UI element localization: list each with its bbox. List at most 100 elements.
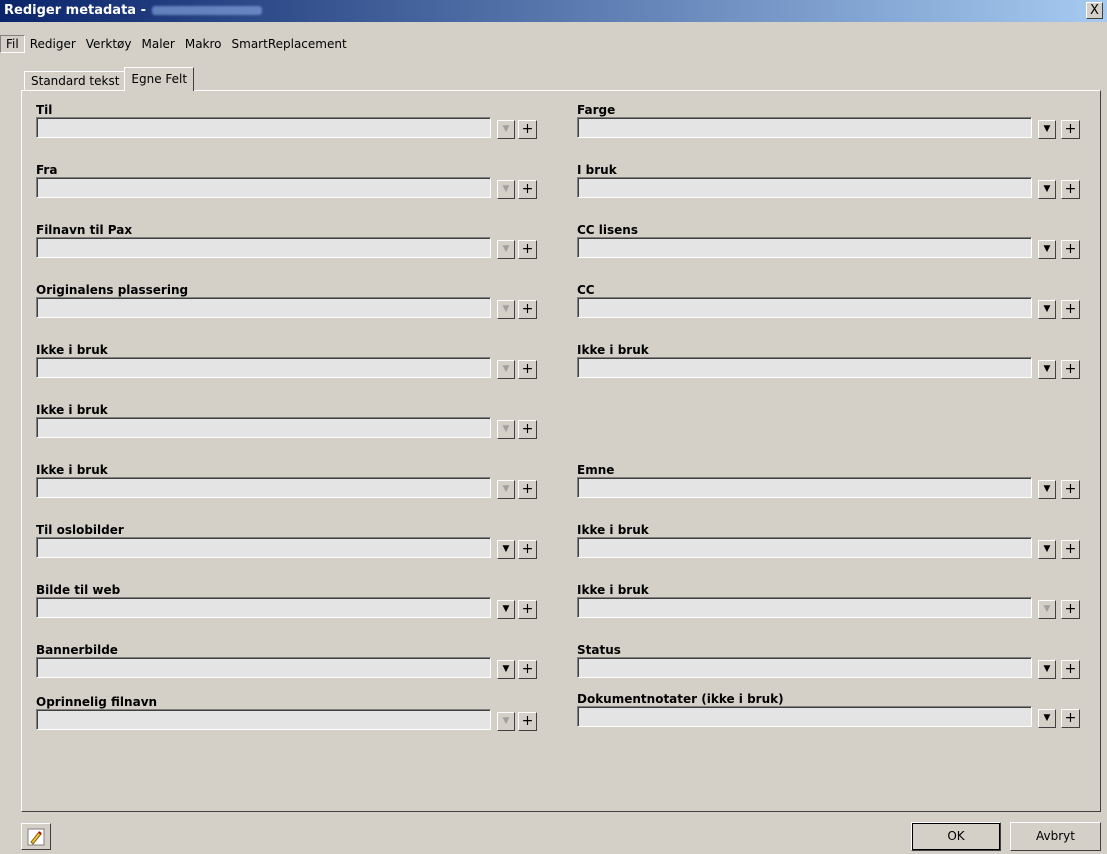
field-input[interactable] xyxy=(36,357,491,378)
pencil-edit-icon xyxy=(27,828,45,845)
field-label: Ikke i bruk xyxy=(577,343,649,357)
add-value-button[interactable]: + xyxy=(1061,480,1080,499)
add-value-button[interactable]: + xyxy=(518,300,537,319)
field-input[interactable] xyxy=(577,297,1032,318)
dropdown-arrow-icon[interactable]: ▼ xyxy=(497,120,515,139)
dropdown-arrow-icon[interactable]: ▼ xyxy=(497,360,515,379)
dropdown-arrow-icon[interactable]: ▼ xyxy=(1038,360,1056,379)
menu-bar: Fil Rediger Verktøy Maler Makro SmartRep… xyxy=(0,35,352,55)
field-label: Ikke i bruk xyxy=(36,343,108,357)
dropdown-arrow-icon[interactable]: ▼ xyxy=(497,600,515,619)
field-input[interactable] xyxy=(577,117,1032,138)
field-label: CC lisens xyxy=(577,223,638,237)
add-value-button[interactable]: + xyxy=(1061,709,1080,728)
title-bar: Rediger metadata - X xyxy=(0,0,1107,22)
add-value-button[interactable]: + xyxy=(518,360,537,379)
add-value-button[interactable]: + xyxy=(518,480,537,499)
add-value-button[interactable]: + xyxy=(518,120,537,139)
add-value-button[interactable]: + xyxy=(518,660,537,679)
field-label: Bilde til web xyxy=(36,583,121,597)
field-input[interactable] xyxy=(36,177,491,198)
dropdown-arrow-icon[interactable]: ▼ xyxy=(497,540,515,559)
window-title: Rediger metadata - xyxy=(4,3,262,18)
dropdown-arrow-icon[interactable]: ▼ xyxy=(1038,120,1056,139)
field-input[interactable] xyxy=(577,237,1032,258)
field-input[interactable] xyxy=(36,117,491,138)
dropdown-arrow-icon[interactable]: ▼ xyxy=(1038,300,1056,319)
add-value-button[interactable]: + xyxy=(1061,600,1080,619)
add-value-button[interactable]: + xyxy=(518,180,537,199)
cancel-button[interactable]: Avbryt xyxy=(1010,822,1101,851)
dropdown-arrow-icon[interactable]: ▼ xyxy=(497,300,515,319)
blurred-filename xyxy=(151,6,262,15)
field-input[interactable] xyxy=(36,657,491,678)
tab-egne-felt[interactable]: Egne Felt xyxy=(124,67,195,91)
field-label: Ikke i bruk xyxy=(36,403,108,417)
field-input[interactable] xyxy=(36,417,491,438)
field-input[interactable] xyxy=(36,237,491,258)
dropdown-arrow-icon[interactable]: ▼ xyxy=(1038,480,1056,499)
field-input[interactable] xyxy=(36,709,491,730)
menu-maler[interactable]: Maler xyxy=(136,35,179,53)
ok-button[interactable]: OK xyxy=(911,822,1001,851)
dropdown-arrow-icon[interactable]: ▼ xyxy=(1038,600,1056,619)
add-value-button[interactable]: + xyxy=(518,712,537,731)
add-value-button[interactable]: + xyxy=(518,240,537,259)
field-label: Bannerbilde xyxy=(36,643,118,657)
menu-rediger[interactable]: Rediger xyxy=(25,35,81,53)
add-value-button[interactable]: + xyxy=(518,420,537,439)
dropdown-arrow-icon[interactable]: ▼ xyxy=(1038,180,1056,199)
add-value-button[interactable]: + xyxy=(1061,240,1080,259)
dropdown-arrow-icon[interactable]: ▼ xyxy=(497,712,515,731)
field-input[interactable] xyxy=(577,706,1032,727)
field-input[interactable] xyxy=(577,597,1032,618)
field-input[interactable] xyxy=(36,297,491,318)
field-label: Fra xyxy=(36,163,58,177)
tab-standard-tekst[interactable]: Standard tekst xyxy=(24,71,127,91)
field-input[interactable] xyxy=(577,357,1032,378)
add-value-button[interactable]: + xyxy=(1061,540,1080,559)
dropdown-arrow-icon[interactable]: ▼ xyxy=(497,660,515,679)
field-label: Oprinnelig filnavn xyxy=(36,695,158,709)
field-label: Filnavn til Pax xyxy=(36,223,133,237)
field-label: Farge xyxy=(577,103,616,117)
field-input[interactable] xyxy=(36,597,491,618)
field-input[interactable] xyxy=(36,477,491,498)
field-input[interactable] xyxy=(577,177,1032,198)
edit-button[interactable] xyxy=(21,823,51,850)
field-label: Til oslobilder xyxy=(36,523,124,537)
dropdown-arrow-icon[interactable]: ▼ xyxy=(1038,709,1056,728)
field-label: Originalens plassering xyxy=(36,283,189,297)
menu-verktoy[interactable]: Verktøy xyxy=(81,35,137,53)
add-value-button[interactable]: + xyxy=(1061,180,1080,199)
field-label: Status xyxy=(577,643,621,657)
field-input[interactable] xyxy=(577,537,1032,558)
field-label: Ikke i bruk xyxy=(36,463,108,477)
add-value-button[interactable]: + xyxy=(1061,660,1080,679)
dropdown-arrow-icon[interactable]: ▼ xyxy=(497,240,515,259)
field-label: Ikke i bruk xyxy=(577,583,649,597)
field-label: Til xyxy=(36,103,53,117)
dropdown-arrow-icon[interactable]: ▼ xyxy=(497,180,515,199)
dropdown-arrow-icon[interactable]: ▼ xyxy=(1038,660,1056,679)
dropdown-arrow-icon[interactable]: ▼ xyxy=(1038,540,1056,559)
field-input[interactable] xyxy=(577,477,1032,498)
add-value-button[interactable]: + xyxy=(1061,120,1080,139)
dropdown-arrow-icon[interactable]: ▼ xyxy=(497,480,515,499)
close-button[interactable]: X xyxy=(1086,2,1103,19)
add-value-button[interactable]: + xyxy=(518,540,537,559)
field-label: I bruk xyxy=(577,163,617,177)
dropdown-arrow-icon[interactable]: ▼ xyxy=(1038,240,1056,259)
tab-strip: Standard tekst Egne Felt xyxy=(24,67,195,91)
fields-panel xyxy=(21,90,1101,812)
add-value-button[interactable]: + xyxy=(1061,360,1080,379)
menu-makro[interactable]: Makro xyxy=(180,35,227,53)
add-value-button[interactable]: + xyxy=(518,600,537,619)
menu-fil[interactable]: Fil xyxy=(0,35,25,53)
dropdown-arrow-icon[interactable]: ▼ xyxy=(497,420,515,439)
field-label: Ikke i bruk xyxy=(577,523,649,537)
field-input[interactable] xyxy=(36,537,491,558)
menu-smartreplacement[interactable]: SmartReplacement xyxy=(227,35,352,53)
add-value-button[interactable]: + xyxy=(1061,300,1080,319)
field-input[interactable] xyxy=(577,657,1032,678)
